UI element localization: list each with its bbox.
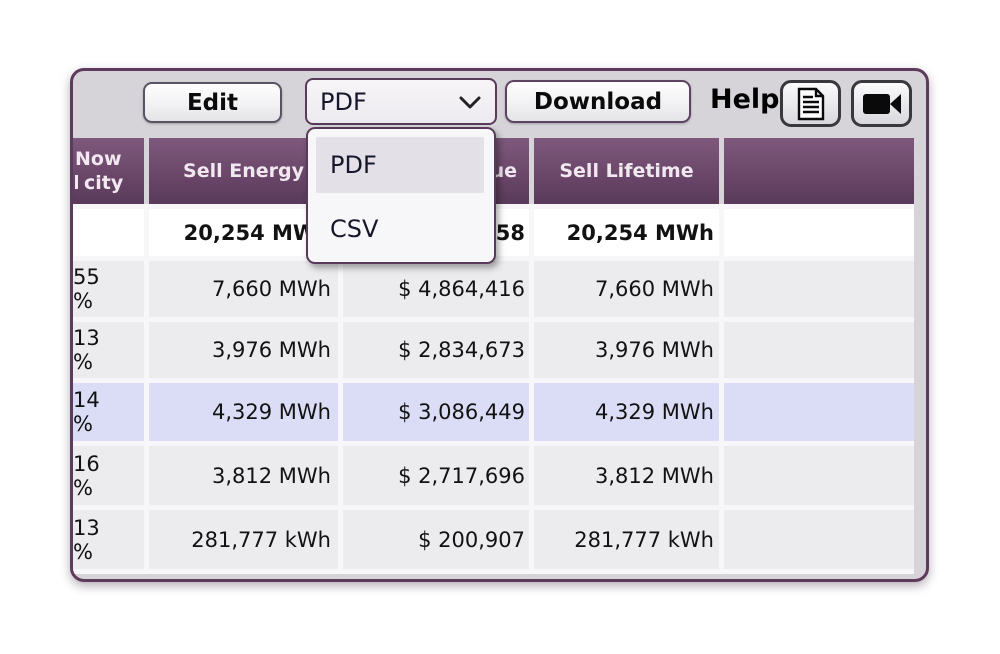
cell-capacity: 13 % <box>73 322 144 378</box>
document-icon <box>797 87 825 121</box>
cell-empty <box>724 322 914 378</box>
format-dropdown-panel: PDF CSV <box>306 127 496 264</box>
cell-empty <box>724 510 914 569</box>
help-video-button[interactable] <box>851 80 912 127</box>
cell-sell-lifetime: 20,254 MWh <box>534 209 719 256</box>
help-document-button[interactable] <box>780 80 841 127</box>
cell-empty <box>724 446 914 505</box>
cell-sell-lifetime: 4,329 MWh <box>534 383 719 441</box>
help-label: Help <box>710 84 780 115</box>
cell-empty <box>724 261 914 317</box>
header-capacity: Now city <box>73 138 144 204</box>
cell-capacity: 16 % <box>73 446 144 505</box>
cell-sell-revenue: $ 4,864,416 <box>343 261 529 317</box>
cell-sell-revenue: $ 2,717,696 <box>343 446 529 505</box>
cell-sell-energy: 4,329 MWh <box>149 383 338 441</box>
cell-sell-energy: 7,660 MWh <box>149 261 338 317</box>
cell-capacity <box>73 209 144 256</box>
cell-sell-lifetime: 3,976 MWh <box>534 322 719 378</box>
cell-sell-revenue: $ 2,834,673 <box>343 322 529 378</box>
cell-sell-lifetime: 7,660 MWh <box>534 261 719 317</box>
header-empty <box>724 138 914 204</box>
cell-empty <box>724 209 914 256</box>
cell-sell-revenue: $ 200,907 <box>343 510 529 569</box>
cell-capacity: 55 % <box>73 261 144 317</box>
dropdown-option-csv[interactable]: CSV <box>316 201 484 257</box>
widget-window: Edit PDF Download Help <box>70 68 929 582</box>
download-button[interactable]: Download <box>505 80 691 123</box>
cell-sell-lifetime: 281,777 kWh <box>534 510 719 569</box>
cell-sell-energy: 281,777 kWh <box>149 510 338 569</box>
dropdown-option-pdf[interactable]: PDF <box>316 137 484 193</box>
cell-empty <box>724 383 914 441</box>
toolbar: Edit PDF Download Help <box>73 71 926 138</box>
cell-sell-energy: 3,976 MWh <box>149 322 338 378</box>
edit-button[interactable]: Edit <box>143 82 282 123</box>
cell-sell-revenue: $ 3,086,449 <box>343 383 529 441</box>
cell-sell-lifetime: 3,812 MWh <box>534 446 719 505</box>
chevron-down-icon <box>458 95 482 111</box>
cell-capacity: 13 % <box>73 510 144 569</box>
video-camera-icon <box>862 91 902 117</box>
header-sell-lifetime: Sell Lifetime <box>534 138 719 204</box>
format-select[interactable]: PDF <box>305 78 497 125</box>
format-select-value: PDF <box>320 88 367 116</box>
page-background: Edit PDF Download Help <box>0 0 1000 654</box>
cell-sell-energy: 3,812 MWh <box>149 446 338 505</box>
cell-capacity: 14 % <box>73 383 144 441</box>
